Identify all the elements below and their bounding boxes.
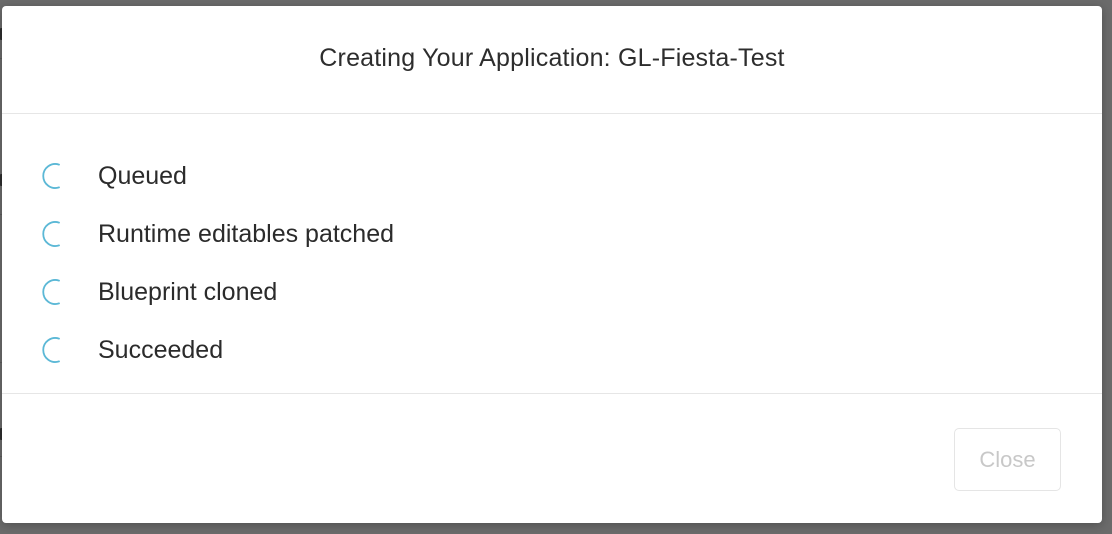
close-button[interactable]: Close: [954, 428, 1061, 491]
spinner-icon: [42, 220, 70, 248]
progress-step-queued: Queued: [2, 147, 1102, 205]
modal-title: Creating Your Application: GL-Fiesta-Tes…: [319, 44, 785, 72]
step-label: Blueprint cloned: [98, 277, 278, 306]
spinner-icon: [42, 336, 70, 364]
step-label: Succeeded: [98, 335, 224, 364]
spinner-icon: [42, 278, 70, 306]
progress-step-succeeded: Succeeded: [2, 321, 1102, 379]
modal-footer: Close: [2, 394, 1102, 522]
progress-step-list: Queued Runtime editables patched Bluepri…: [2, 114, 1102, 394]
progress-step-runtime-editables: Runtime editables patched: [2, 205, 1102, 263]
step-label: Runtime editables patched: [98, 219, 395, 248]
spinner-icon: [42, 162, 70, 190]
create-application-modal: Creating Your Application: GL-Fiesta-Tes…: [2, 6, 1102, 523]
step-label: Queued: [98, 161, 187, 190]
progress-step-blueprint-cloned: Blueprint cloned: [2, 263, 1102, 321]
modal-header: Creating Your Application: GL-Fiesta-Tes…: [2, 6, 1102, 114]
